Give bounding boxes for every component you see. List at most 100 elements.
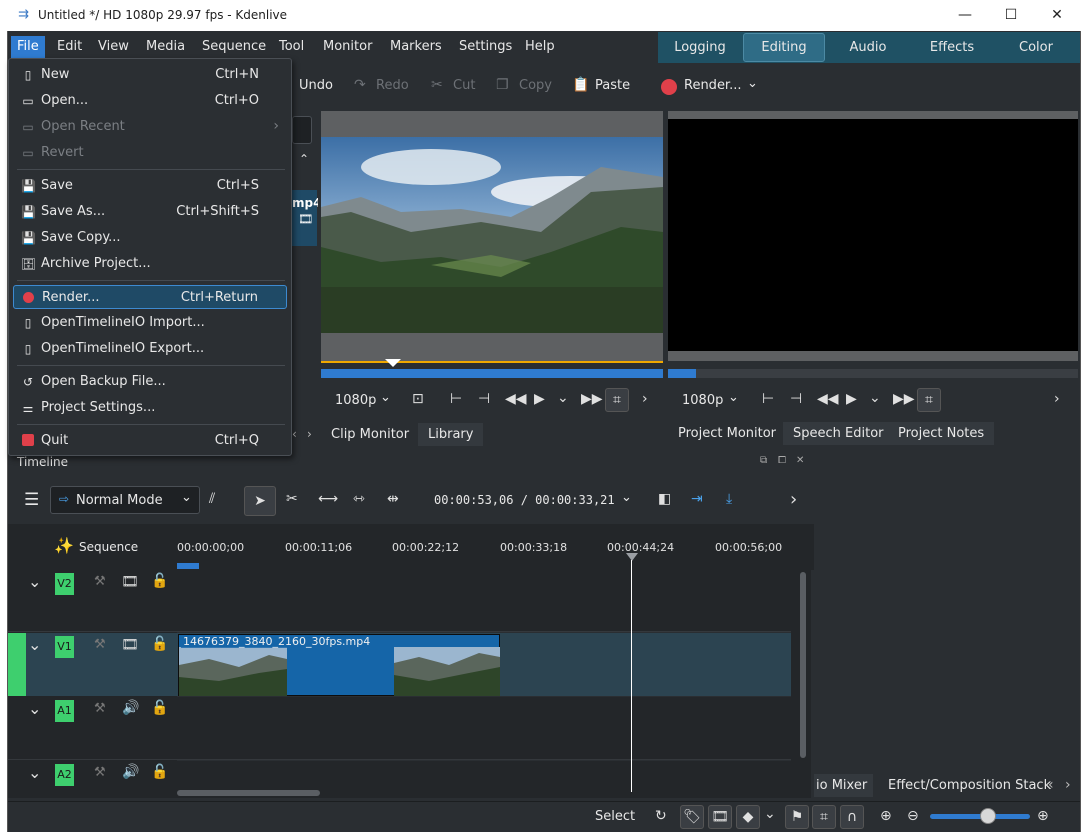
file-menu-open-recent[interactable]: ▭ Open Recent › [13,115,287,139]
tab-scroll-right-icon[interactable]: › [1065,777,1071,793]
speaker-icon[interactable]: 🔊 [122,764,139,780]
clip-monitor-view[interactable] [321,111,663,363]
bin-collapse-icon[interactable]: ⌃ [292,152,316,176]
tab-scroll-left-icon[interactable]: ‹ [1048,777,1054,793]
magic-wand-icon[interactable]: ✨ [54,536,74,555]
project-monitor-ruler[interactable] [668,369,1078,378]
effects-wand-icon[interactable]: ⚒ [94,765,106,780]
redo-button[interactable]: Redo [376,78,409,93]
fit-timeline-icon[interactable]: ⌗ [812,805,836,829]
lock-icon[interactable]: 🔓 [151,573,168,589]
track-lane-v2[interactable] [177,570,791,632]
speaker-icon[interactable]: 🔊 [122,700,139,716]
tab-project-notes[interactable]: Project Notes [888,422,995,445]
paste-button[interactable]: Paste [595,78,630,93]
workspace-color-tab[interactable]: Color [994,32,1078,63]
clip-resolution-select[interactable]: 1080p [335,393,376,408]
zoom-fit-icon[interactable]: ⊕ [880,808,892,824]
lock-icon[interactable]: 🔓 [151,764,168,780]
workspace-logging-tab[interactable]: Logging [658,32,742,63]
copy-button[interactable]: Copy [519,78,552,93]
chevron-down-icon[interactable]: ⌄ [557,390,569,406]
fast-forward-icon[interactable]: ▶▶ [581,391,603,407]
menu-media[interactable]: Media [140,36,191,58]
ruler-zone-marker[interactable] [177,563,199,569]
minimize-icon[interactable]: — [942,0,988,31]
file-menu-save-as[interactable]: 💾 Save As... Ctrl+Shift+S [13,200,287,224]
rewind-icon[interactable]: ◀◀ [817,391,839,407]
crop-icon[interactable]: ⌗ [605,388,629,412]
tab-library[interactable]: Library [418,423,484,446]
set-in-point-icon[interactable]: ⊢ [450,391,462,407]
project-monitor-view[interactable] [668,119,1078,351]
more-chevron-icon[interactable]: › [1054,391,1060,407]
menu-view[interactable]: View [92,36,135,58]
menu-edit[interactable]: Edit [51,36,88,58]
zoom-out-icon[interactable]: ⊖ [907,808,919,824]
dock-detach-icon[interactable]: ⧠ [778,455,786,466]
play-icon[interactable]: ▶ [846,391,857,407]
chevron-down-icon[interactable]: ⌄ [28,699,41,718]
file-menu-quit[interactable]: Quit Ctrl+Q [13,429,287,453]
timeline-ruler[interactable] [177,524,791,570]
bin-clip-item[interactable]: mp4 🎞 [292,190,321,246]
file-menu-new[interactable]: ▯ New Ctrl+N [13,63,287,87]
file-menu-save-copy[interactable]: 💾 Save Copy... [13,226,287,250]
film-icon[interactable]: 🎞 [121,637,139,653]
menu-help[interactable]: Help [519,36,561,58]
chevron-down-icon[interactable]: ⌄ [28,635,41,654]
file-menu-open[interactable]: ▭ Open... Ctrl+O [13,89,287,113]
set-in-point-icon[interactable]: ⊢ [762,391,774,407]
timeline-mode-select[interactable]: ⇨ Normal Mode ⌄ [50,486,200,514]
fit-zoom-icon[interactable]: ⊡ [412,391,424,407]
film-icon[interactable]: 🎞 [708,805,732,829]
chevron-down-icon[interactable]: ⌄ [728,390,739,405]
toolbar-more-icon[interactable]: › [790,489,797,510]
file-menu-render[interactable]: Render... Ctrl+Return [13,285,287,309]
dock-float-icon[interactable]: ⧉ [760,455,767,466]
tab-effect-stack[interactable]: Effect/Composition Stack [878,774,1062,797]
tab-clip-monitor[interactable]: Clip Monitor [321,423,420,446]
crop-icon[interactable]: ⌗ [917,388,941,412]
flag-icon[interactable]: ⚑ [785,805,809,829]
lock-icon[interactable]: 🔓 [151,700,168,716]
file-menu-otio-import[interactable]: ▯ OpenTimelineIO Import... [13,311,287,335]
timeline-playhead-line[interactable] [631,560,632,792]
file-menu-revert[interactable]: ▭ Revert [13,141,287,165]
tab-project-monitor[interactable]: Project Monitor [668,422,787,445]
hamburger-menu-icon[interactable]: ☰ [24,490,39,510]
cut-button[interactable]: Cut [453,78,475,93]
close-icon[interactable]: ✕ [1034,0,1080,31]
workspace-editing-tab[interactable]: Editing [743,33,825,62]
file-menu-save[interactable]: 💾 Save Ctrl+S [13,174,287,198]
effects-wand-icon[interactable]: ⚒ [94,574,106,589]
slip-tool-icon[interactable]: ⇹ [387,491,399,507]
menu-settings[interactable]: Settings [453,36,518,58]
fast-forward-icon[interactable]: ▶▶ [893,391,915,407]
timeline-hscroll-thumb[interactable] [177,790,320,796]
keyframe-icon[interactable]: ◆ [736,805,760,829]
timeline-clip[interactable]: 14676379_3840_2160_30fps.mp4 [178,634,500,696]
bin-scroll-right-icon[interactable]: › [307,427,312,441]
track-tag[interactable]: V1 [55,636,74,658]
magnet-icon[interactable]: ∩ [840,805,864,829]
timeline-playhead-handle[interactable] [626,553,638,561]
overwrite-icon[interactable]: ⤓ [726,491,732,507]
track-tag[interactable]: A2 [55,764,74,786]
zoom-in-icon[interactable]: ⊕ [1037,808,1049,824]
render-button[interactable]: Render... [684,78,741,93]
menu-markers[interactable]: Markers [384,36,448,58]
tag-icon[interactable]: 🏷 [680,805,704,829]
chevron-down-icon[interactable]: ⌄ [380,390,391,405]
bin-scroll-left-icon[interactable]: ‹ [292,427,297,441]
chevron-down-icon[interactable]: ⌄ [621,490,632,505]
file-menu-archive[interactable]: 🗄 Archive Project... [13,252,287,276]
chevron-down-icon[interactable]: ⌄ [869,390,881,406]
zoom-slider-handle[interactable] [980,808,996,824]
ripple-tool-icon[interactable]: ⇿ [353,491,365,507]
bin-search-input[interactable] [292,116,312,144]
menu-sequence[interactable]: Sequence [196,36,272,58]
file-menu-open-backup[interactable]: ↺ Open Backup File... [13,370,287,394]
track-tag[interactable]: V2 [55,573,74,595]
razor-tool-icon[interactable]: ✂ [286,491,298,507]
